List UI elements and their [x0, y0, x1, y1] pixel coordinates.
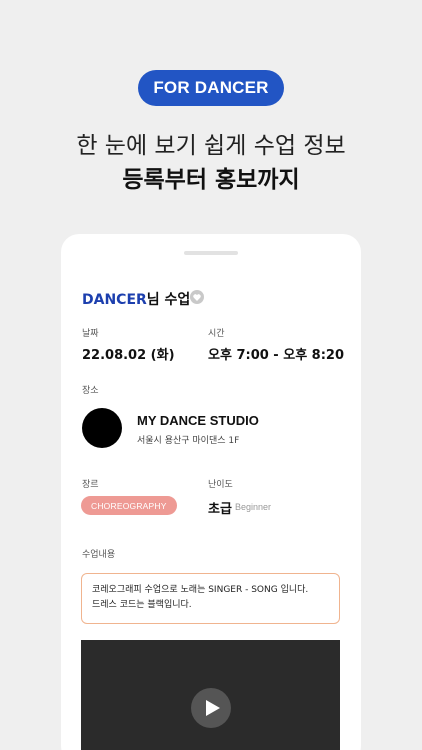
class-title: DANCER님 수업	[82, 289, 190, 309]
drag-handle[interactable]	[184, 251, 238, 255]
description-line-1: 코레오그래피 수업으로 노래는 SINGER - SONG 입니다.	[92, 585, 309, 595]
play-icon[interactable]	[191, 688, 231, 728]
place-label: 장소	[82, 386, 99, 396]
heart-icon[interactable]	[190, 290, 204, 304]
headline-line-1: 한 눈에 보기 쉽게 수업 정보	[76, 133, 346, 159]
time-value: 오후 7:00 - 오후 8:20	[208, 348, 345, 363]
studio-avatar[interactable]	[82, 408, 122, 448]
date-label: 날짜	[82, 329, 99, 339]
time-label: 시간	[208, 329, 225, 339]
genre-label: 장르	[82, 480, 99, 490]
class-title-dancer: DANCER	[82, 292, 147, 308]
level-value: 초급	[208, 502, 232, 517]
headline-line-2: 등록부터 홍보까지	[122, 167, 300, 193]
level-english: Beginner	[235, 502, 272, 512]
date-value: 22.08.02 (화)	[82, 348, 175, 363]
level-label: 난이도	[208, 480, 233, 490]
studio-name[interactable]: MY DANCE STUDIO	[137, 413, 259, 428]
class-title-suffix: 님 수업	[146, 292, 191, 308]
description-box: 코레오그래피 수업으로 노래는 SINGER - SONG 입니다. 드레스 코…	[81, 573, 340, 624]
genre-chip: CHOREOGRAPHY	[81, 496, 177, 515]
description-label: 수업내용	[82, 550, 116, 560]
for-dancer-badge: FOR DANCER	[138, 70, 284, 106]
studio-address: 서울시 용산구 마이댄스 1F	[137, 436, 240, 446]
description-line-2: 드레스 코드는 블랙입니다.	[92, 600, 192, 610]
class-card: DANCER님 수업 날짜 22.08.02 (화) 시간 오후 7:00 - …	[61, 234, 361, 750]
